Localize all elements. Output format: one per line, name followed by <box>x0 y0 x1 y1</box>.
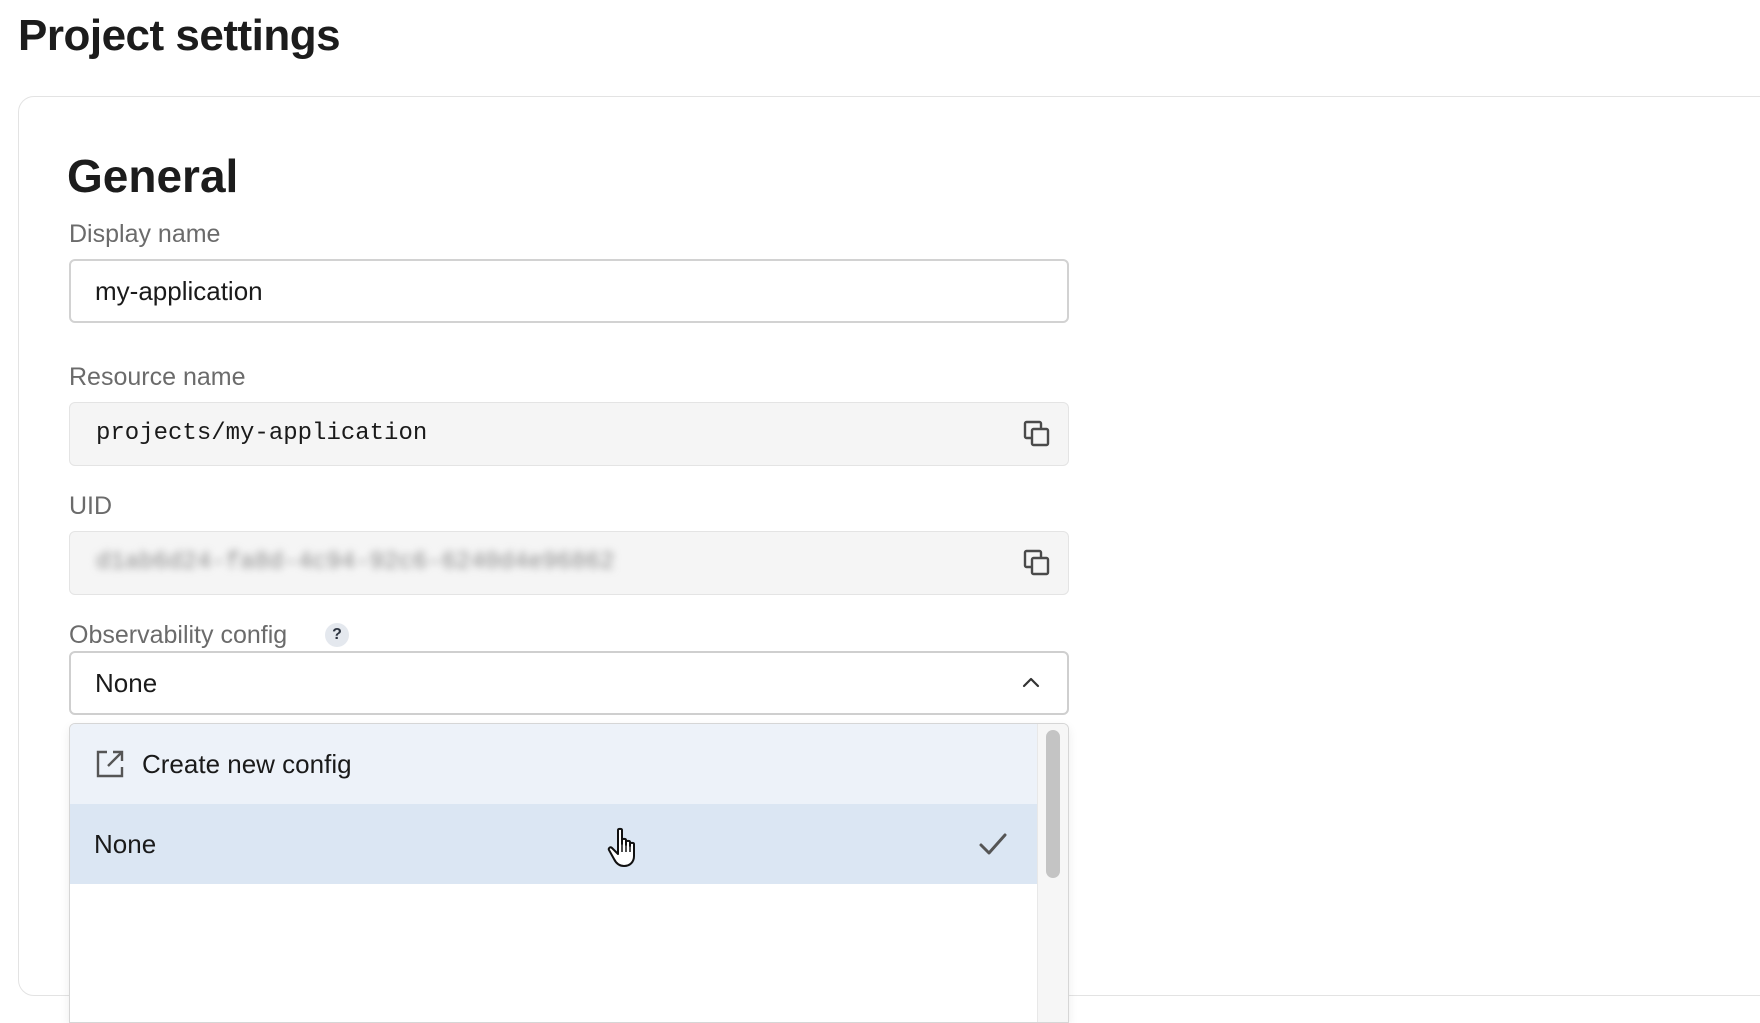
observability-config-label: Observability config <box>69 621 288 649</box>
option-none-label: None <box>94 829 157 859</box>
observability-config-select[interactable]: None <box>69 651 1069 715</box>
copy-uid-button[interactable] <box>1020 546 1054 580</box>
resource-name-value: projects/my-application <box>96 420 428 447</box>
display-name-input[interactable] <box>69 259 1069 323</box>
observability-dropdown-menu: Create new config None <box>69 723 1069 1023</box>
uid-label: UID <box>69 492 113 520</box>
hand-cursor-icon <box>607 827 635 867</box>
option-none[interactable]: None <box>70 804 1040 884</box>
copy-icon <box>1023 549 1050 576</box>
dropdown-scrollbar[interactable] <box>1037 724 1068 1022</box>
check-icon <box>979 833 1007 855</box>
option-create-new-config[interactable]: Create new config <box>70 724 1040 804</box>
external-link-icon <box>96 750 124 778</box>
help-icon[interactable]: ? <box>325 623 349 647</box>
section-title-general: General <box>67 150 239 202</box>
copy-resource-name-button[interactable] <box>1020 417 1054 451</box>
option-create-new-config-label: Create new config <box>142 749 352 779</box>
uid-value: d1ab6d24-fa8d-4c94-92c6-6240d4e96862 <box>96 549 615 576</box>
resource-name-field: projects/my-application <box>69 402 1069 466</box>
observability-selected-value: None <box>95 668 158 698</box>
uid-field: d1ab6d24-fa8d-4c94-92c6-6240d4e96862 <box>69 531 1069 595</box>
page-title: Project settings <box>18 11 341 60</box>
copy-icon <box>1023 420 1050 447</box>
display-name-label: Display name <box>69 220 221 248</box>
resource-name-label: Resource name <box>69 363 246 391</box>
dropdown-scrollbar-thumb[interactable] <box>1046 730 1060 878</box>
settings-card: General Display name Resource name proje… <box>18 96 1760 1023</box>
chevron-up-icon <box>1022 677 1040 688</box>
